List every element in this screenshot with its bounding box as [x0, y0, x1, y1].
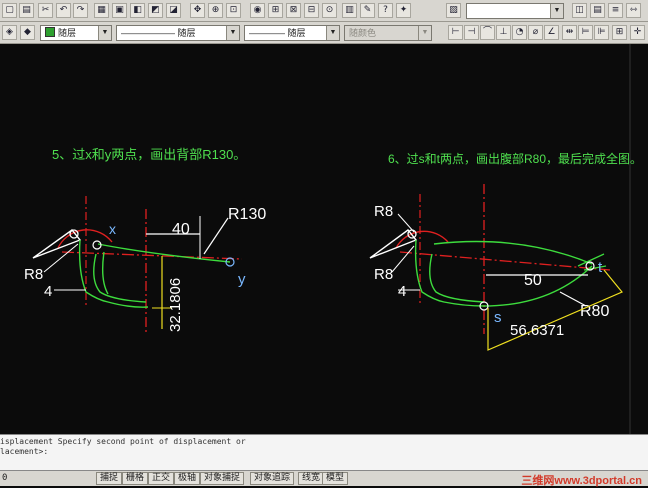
dim-radius-icon[interactable]: ◔	[512, 25, 527, 40]
polar-toggle[interactable]: 极轴	[174, 472, 201, 485]
coordinate-readout: 0	[2, 473, 8, 483]
label-x: x	[109, 221, 116, 237]
status-bar: 0 捕捉 栅格 正交 极轴 对象捕捉 对象追踪 线宽 模型 三维网www.3dp…	[0, 470, 648, 487]
dim-diameter-icon[interactable]: ⌀	[528, 25, 543, 40]
command-prompt[interactable]	[0, 457, 646, 467]
dim-r8-text: R8	[24, 266, 43, 283]
center-mark-icon[interactable]: ✛	[630, 25, 645, 40]
sheet-set-icon[interactable]: ◪	[166, 3, 181, 18]
dim-4-text: 4	[44, 283, 52, 300]
drawing-canvas[interactable]: 5、过x和y两点，画出背部R130。 6、过s和t两点，画出腹部R80，最后完成…	[0, 44, 648, 434]
dim-angular-icon[interactable]: ∠	[544, 25, 559, 40]
zoom-all-icon[interactable]: ⊙	[322, 3, 337, 18]
table-style-icon[interactable]: ▤	[590, 3, 605, 18]
dim-40-text: 40	[172, 221, 190, 238]
dim-r130-text: R130	[228, 206, 266, 223]
plot-style-combo: 随颜色 ▼	[344, 25, 432, 41]
color-control-combo[interactable]: 随层 ▼	[40, 25, 112, 41]
color-combo-value: 随颜色	[349, 28, 377, 38]
zoom-realtime-icon[interactable]: ⊕	[208, 3, 223, 18]
grid-toggle[interactable]: 栅格	[122, 472, 149, 485]
lineweight-combo-value: 随层	[287, 28, 306, 38]
style-icon[interactable]: ◫	[572, 3, 587, 18]
zoom-previous-icon[interactable]: ⊟	[304, 3, 319, 18]
zoom-in-icon[interactable]: ⊞	[268, 3, 283, 18]
calculator-icon[interactable]: ▥	[342, 3, 357, 18]
snap-toggle[interactable]: 捕捉	[96, 472, 123, 485]
design-center-icon[interactable]: ◧	[130, 3, 145, 18]
dim-r8-top-text: R8	[374, 203, 393, 220]
markup-icon[interactable]: ✎	[360, 3, 375, 18]
make-current-layer-icon[interactable]: ◈	[2, 25, 17, 40]
linetype-control-combo[interactable]: —————— 随层 ▼	[116, 25, 240, 41]
dim-r8-bottom-text: R8	[374, 266, 393, 283]
command-history-line-2: lacement>:	[0, 447, 49, 456]
command-history-line-1: isplacement Specify second point of disp…	[0, 437, 246, 446]
otrack-toggle[interactable]: 对象追踪	[250, 472, 295, 485]
zoom-extents-icon[interactable]: ⊠	[286, 3, 301, 18]
canvas-background	[0, 44, 648, 434]
tolerance-icon[interactable]: ⊞	[612, 25, 627, 40]
new-file-icon[interactable]: ▢	[2, 3, 17, 18]
print-icon[interactable]: ▦	[94, 3, 109, 18]
dim-ordinate-icon[interactable]: ⊥	[496, 25, 511, 40]
zoom-window-icon[interactable]: ⊡	[226, 3, 241, 18]
dim-continue-icon[interactable]: ⊫	[594, 25, 609, 40]
dim-r80-text: R80	[580, 303, 609, 320]
multiline-icon[interactable]: ≡	[608, 3, 623, 18]
chevron-down-icon: ▼	[550, 4, 563, 18]
properties-icon[interactable]: ▣	[112, 3, 127, 18]
lineweight-toggle[interactable]: 线宽	[298, 472, 325, 485]
standard-toolbar: ▢ ▤ ✂ ↶ ↷ ▦ ▣ ◧ ◩ ◪ ✥ ⊕ ⊡ ◉ ⊞ ⊠ ⊟ ⊙ ▥ ✎ …	[0, 0, 648, 22]
linetype-sample: ——————	[121, 28, 175, 38]
layer-combo-value: 随层	[58, 28, 77, 38]
properties-toolbar: ◈ ◆ 随层 ▼ —————— 随层 ▼ ———— 随层 ▼ 随颜色 ▼ ⊢ ⊣ ⌒ ⊥…	[0, 22, 648, 44]
redo-icon[interactable]: ↷	[73, 3, 88, 18]
model-toggle[interactable]: 模型	[322, 472, 349, 485]
label-y: y	[238, 271, 246, 288]
dim-arc-text: 56.6371	[510, 322, 564, 339]
command-line[interactable]: isplacement Specify second point of disp…	[0, 434, 648, 470]
dim-arc-icon[interactable]: ⌒	[480, 25, 495, 40]
chevron-down-icon: ▼	[226, 26, 239, 40]
dim-baseline-icon[interactable]: ⊨	[578, 25, 593, 40]
chevron-down-icon: ▼	[98, 26, 111, 40]
linetype-combo-value: 随层	[177, 28, 196, 38]
color-swatch	[45, 27, 55, 37]
tool-palette-icon[interactable]: ◩	[148, 3, 163, 18]
layer-manager-icon[interactable]: ▧	[446, 3, 461, 18]
step6-caption: 6、过s和t两点，画出腹部R80，最后完成全图。	[388, 151, 642, 166]
orbit-icon[interactable]: ◉	[250, 3, 265, 18]
dim-4-text-right: 4	[398, 283, 406, 300]
ortho-toggle[interactable]: 正交	[148, 472, 175, 485]
step5-caption: 5、过x和y两点，画出背部R130。	[52, 147, 246, 162]
dim-50-text: 50	[524, 272, 542, 289]
whats-new-icon[interactable]: ✦	[396, 3, 411, 18]
open-file-icon[interactable]: ▤	[19, 3, 34, 18]
chevron-down-icon: ▼	[326, 26, 339, 40]
dim-linear-icon[interactable]: ⊢	[448, 25, 463, 40]
cut-icon[interactable]: ✂	[38, 3, 53, 18]
undo-icon[interactable]: ↶	[56, 3, 71, 18]
lineweight-control-combo[interactable]: ———— 随层 ▼	[244, 25, 340, 41]
label-s: s	[494, 309, 502, 326]
help-icon[interactable]: ?	[378, 3, 393, 18]
layer-previous-icon[interactable]: ◆	[20, 25, 35, 40]
chevron-down-icon: ▼	[418, 26, 431, 40]
quick-dim-icon[interactable]: ⇹	[562, 25, 577, 40]
layer-state-combo[interactable]: ▼	[466, 3, 564, 19]
dim-vertical-text: 32.1806	[167, 278, 184, 332]
dimension-style-icon[interactable]: ⇿	[626, 3, 641, 18]
pan-icon[interactable]: ✥	[190, 3, 205, 18]
dim-aligned-icon[interactable]: ⊣	[464, 25, 479, 40]
lineweight-sample: ————	[249, 28, 285, 38]
osnap-toggle[interactable]: 对象捕捉	[200, 472, 245, 485]
